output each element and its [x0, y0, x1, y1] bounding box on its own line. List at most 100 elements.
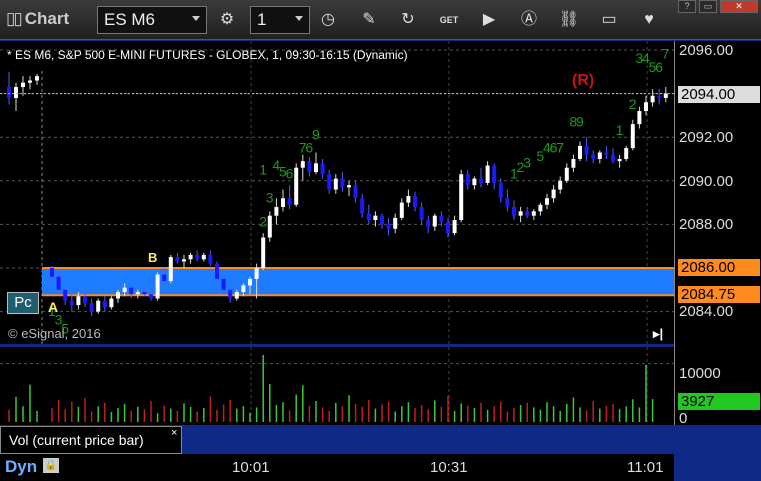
price-tick: 2090.00: [679, 173, 734, 190]
candle-body: [122, 287, 127, 292]
candle-body: [360, 198, 365, 214]
candle-body: [294, 167, 299, 205]
volume-study-tab[interactable]: Vol (current price bar): [0, 426, 182, 454]
candle-body: [50, 268, 54, 277]
pc-button[interactable]: Pc: [7, 292, 39, 314]
candle-body: [413, 196, 417, 207]
drag-grip-icon[interactable]: ▯▯: [6, 9, 23, 28]
scroll-to-end-icon[interactable]: ▸|: [653, 326, 663, 342]
candle-body: [386, 224, 391, 229]
marker-a-label: A: [48, 299, 58, 315]
maximize-button[interactable]: ▭: [699, 0, 717, 13]
time-tick: 10:01: [232, 459, 270, 476]
td-count-label: 2: [629, 96, 637, 112]
candle-body: [492, 165, 497, 183]
candle-body: [307, 161, 312, 173]
link-icon[interactable]: ⛓: [557, 8, 581, 32]
candle-body: [611, 154, 615, 162]
candle-body: [373, 215, 378, 221]
alert-icon[interactable]: Ⓐ: [517, 8, 541, 32]
time-axis[interactable]: 10:01 10:31 11:01: [0, 454, 674, 481]
candle-body: [426, 220, 431, 227]
interval-select[interactable]: 1: [250, 6, 310, 34]
candle-body: [617, 159, 622, 162]
dynamic-mode-label[interactable]: Dyn: [5, 457, 37, 477]
clock-settings-icon[interactable]: ⚙: [215, 8, 239, 32]
volume-tick: 0: [679, 410, 688, 427]
time-tick: 10:31: [430, 459, 468, 476]
candle-body: [267, 215, 272, 238]
symbol-select[interactable]: ES M6: [97, 6, 207, 34]
upper-band-label: 2086.00: [678, 259, 760, 276]
td-count-label: 1: [510, 166, 518, 182]
candle-body: [419, 206, 424, 221]
get-icon[interactable]: GET: [437, 8, 461, 32]
candle-body: [254, 268, 259, 279]
chevron-down-icon: [295, 16, 303, 21]
refresh-icon[interactable]: ↻: [396, 8, 420, 32]
td-count-label: 9: [312, 126, 320, 142]
clock-icon[interactable]: ◷: [316, 8, 340, 32]
candle-body: [399, 202, 404, 218]
candle-body: [578, 145, 582, 159]
candle-body: [446, 222, 450, 234]
candle-body: [512, 206, 516, 216]
current-volume-label: 3927: [678, 393, 760, 410]
candle-body: [274, 206, 279, 216]
price-plot[interactable]: 7691 456328946753211234567135AB(R): [0, 41, 674, 344]
lock-icon[interactable]: 🔒: [43, 458, 59, 473]
candle-body: [96, 300, 101, 312]
candle-body: [558, 180, 563, 190]
price-tick: 2092.00: [679, 129, 734, 146]
candle-body: [7, 87, 11, 98]
play-icon[interactable]: ▶: [477, 8, 501, 32]
candle-body: [261, 237, 266, 268]
candle-body: [188, 254, 193, 260]
candle-body: [472, 178, 477, 186]
volume-plot[interactable]: [0, 347, 674, 425]
candle-body: [241, 285, 246, 292]
candle-body: [162, 274, 167, 282]
price-tick: 2096.00: [679, 42, 734, 59]
candle-body: [248, 278, 252, 286]
candle-body: [116, 291, 120, 299]
close-icon[interactable]: ×: [171, 427, 177, 439]
volume-tick: 10000: [679, 365, 721, 382]
candle-body: [538, 204, 543, 212]
window-title-text: Chart: [24, 9, 70, 28]
td-count-label: 7: [556, 139, 564, 155]
candle-body: [35, 76, 39, 81]
candle-body: [109, 298, 114, 308]
candle-body: [459, 174, 464, 221]
value-area-band: [42, 268, 674, 296]
candle-body: [56, 276, 61, 290]
candle-body: [525, 211, 530, 216]
price-tick: 2084.00: [679, 303, 734, 320]
candle-body: [21, 82, 25, 88]
twitter-icon[interactable]: ♥: [637, 8, 661, 32]
td-count-label: 5: [536, 148, 544, 164]
price-tick: 2088.00: [679, 216, 734, 233]
help-button[interactable]: ?: [678, 0, 696, 13]
candle-body: [228, 289, 233, 299]
window-title[interactable]: ▯▯ Chart: [6, 9, 69, 29]
time-tick: 11:01: [627, 459, 664, 476]
candle-body: [485, 165, 490, 183]
td-count-label: 2: [517, 159, 525, 175]
candle-body: [630, 124, 635, 149]
candle-body: [63, 289, 68, 301]
candle-body: [221, 278, 226, 290]
candle-body: [135, 291, 140, 295]
candle-body: [505, 198, 510, 207]
candle-body: [14, 87, 18, 98]
chat-icon[interactable]: ▭: [597, 8, 621, 32]
pencil-icon[interactable]: ✎: [357, 8, 381, 32]
chevron-down-icon: [192, 16, 200, 21]
interval-value: 1: [257, 10, 267, 29]
candle-body: [564, 167, 569, 181]
close-button[interactable]: ✕: [720, 0, 758, 13]
candle-body: [393, 217, 398, 229]
symbol-description: * ES M6, S&P 500 E-MINI FUTURES - GLOBEX…: [7, 48, 408, 62]
candle-body: [637, 111, 642, 125]
price-axis[interactable]: 2096.00 2092.00 2090.00 2088.00 2084.00 …: [674, 41, 761, 427]
